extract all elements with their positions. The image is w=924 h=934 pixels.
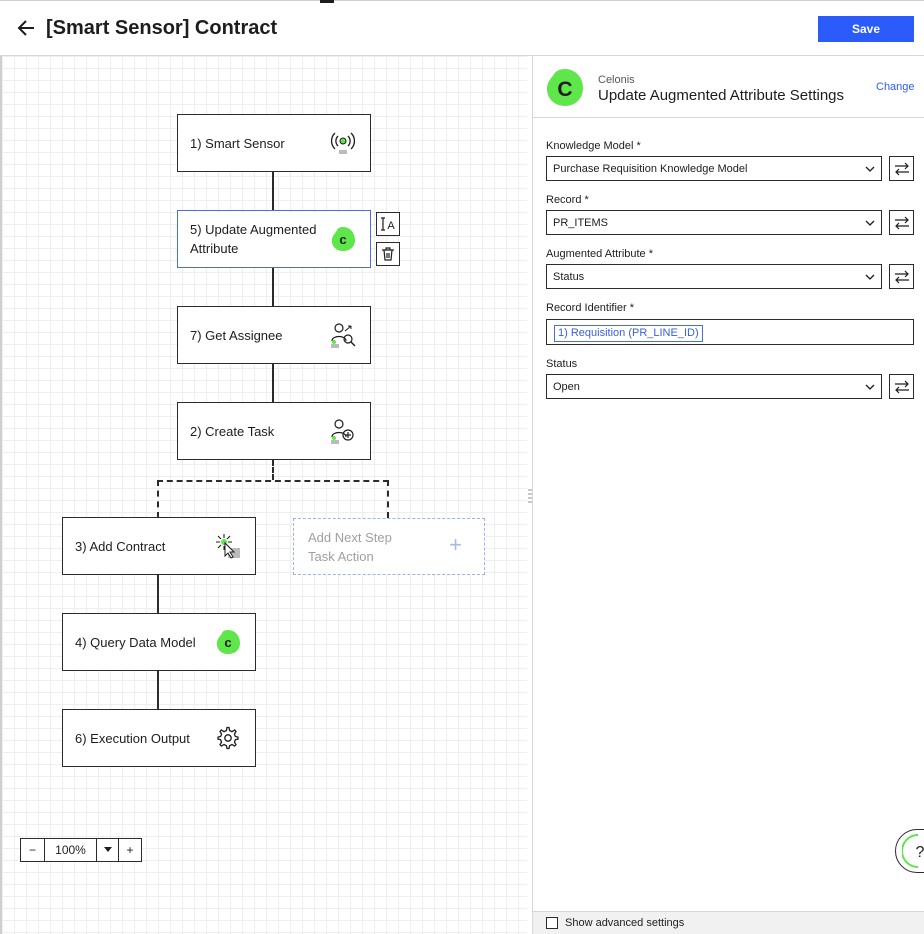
connector <box>157 575 159 613</box>
back-arrow-icon[interactable] <box>14 16 40 40</box>
celonis-logo-icon: c <box>328 224 358 254</box>
node-label: 3) Add Contract <box>75 538 166 554</box>
swap-icon[interactable] <box>889 156 914 181</box>
zoom-out-button[interactable]: − <box>21 839 45 861</box>
drag-handle-icon[interactable] <box>528 488 532 504</box>
plus-icon: + <box>449 532 462 557</box>
settings-panel: C Celonis Update Augmented Attribute Set… <box>533 56 924 934</box>
branch-connector <box>157 480 389 518</box>
connector <box>272 364 274 402</box>
panel-footer: Show advanced settings <box>533 911 924 934</box>
knowledge-model-label: Knowledge Model * <box>546 140 641 152</box>
status-value: Open <box>553 380 580 393</box>
zoom-dropdown-icon[interactable] <box>97 839 119 861</box>
trash-icon[interactable] <box>376 242 400 266</box>
svg-text:A: A <box>387 220 395 232</box>
change-link[interactable]: Change <box>876 81 915 93</box>
add-next-step-line2: Task Action <box>308 549 374 564</box>
status-label: Status <box>546 358 578 370</box>
branch-connector <box>272 460 274 480</box>
node-label: 7) Get Assignee <box>190 327 283 343</box>
node-execution-output[interactable]: 6) Execution Output <box>62 709 256 767</box>
connector <box>272 172 274 210</box>
svg-text:c: c <box>339 232 346 247</box>
click-icon <box>213 531 243 561</box>
record-value: PR_ITEMS <box>553 216 609 229</box>
node-label: 5) Update Augmented Attribute <box>190 222 317 256</box>
record-identifier-field[interactable]: 1) Requisition (PR_LINE_ID) <box>546 319 914 345</box>
augmented-attribute-value: Status <box>553 270 585 283</box>
status-select[interactable]: Open <box>546 374 882 399</box>
app-header: [Smart Sensor] Contract Save <box>0 0 924 56</box>
node-update-augmented-attribute[interactable]: 5) Update Augmented Attribute c <box>177 210 371 268</box>
record-identifier-label: Record Identifier * <box>546 302 635 314</box>
node-smart-sensor[interactable]: 1) Smart Sensor <box>177 114 371 172</box>
rename-icon[interactable]: A <box>376 212 400 236</box>
node-label: 6) Execution Output <box>75 730 190 746</box>
node-get-assignee[interactable]: 7) Get Assignee <box>177 306 371 364</box>
augmented-attribute-label: Augmented Attribute * <box>546 248 654 260</box>
zoom-control: − 100% + <box>20 838 142 862</box>
chevron-down-icon <box>865 220 875 226</box>
gear-icon <box>213 723 243 753</box>
knowledge-model-value: Purchase Requisition Knowledge Model <box>553 162 748 175</box>
chevron-down-icon <box>865 274 875 280</box>
provider-name: Celonis <box>598 74 635 86</box>
swap-icon[interactable] <box>889 264 914 289</box>
connector <box>157 671 159 709</box>
help-button[interactable]: ? <box>895 829 924 873</box>
top-strip <box>0 0 924 3</box>
flow-canvas[interactable]: 1) Smart Sensor 5) Update Augmented Attr… <box>0 56 527 934</box>
svg-text:C: C <box>557 78 572 101</box>
record-identifier-chip[interactable]: 1) Requisition (PR_LINE_ID) <box>554 325 703 342</box>
user-search-icon <box>328 320 358 350</box>
add-next-step-placeholder[interactable]: Add Next Step Task Action + <box>293 518 485 575</box>
node-label: 2) Create Task <box>190 423 275 439</box>
advanced-settings-label: Show advanced settings <box>565 917 685 929</box>
node-add-contract[interactable]: 3) Add Contract <box>62 517 256 575</box>
help-icon: ? <box>916 844 924 861</box>
zoom-in-button[interactable]: + <box>119 839 141 861</box>
record-select[interactable]: PR_ITEMS <box>546 210 882 235</box>
celonis-logo-icon: C <box>545 66 585 108</box>
node-label: 4) Query Data Model <box>75 634 196 650</box>
connector <box>272 268 274 306</box>
add-next-step-line1: Add Next Step <box>308 530 392 545</box>
save-button[interactable]: Save <box>818 16 914 42</box>
swap-icon[interactable] <box>889 210 914 235</box>
node-create-task[interactable]: 2) Create Task <box>177 402 371 460</box>
advanced-settings-checkbox[interactable] <box>546 917 558 929</box>
page-title: [Smart Sensor] Contract <box>46 17 278 39</box>
action-title: Update Augmented Attribute Settings <box>598 87 844 104</box>
node-query-data-model[interactable]: 4) Query Data Model c <box>62 613 256 671</box>
node-label: 1) Smart Sensor <box>190 135 285 151</box>
swap-icon[interactable] <box>889 374 914 399</box>
sensor-icon <box>328 128 358 158</box>
panel-header: C Celonis Update Augmented Attribute Set… <box>533 56 924 118</box>
svg-text:c: c <box>224 635 231 650</box>
knowledge-model-select[interactable]: Purchase Requisition Knowledge Model <box>546 156 882 181</box>
record-label: Record * <box>546 194 589 206</box>
zoom-level: 100% <box>45 839 97 861</box>
top-notch <box>320 0 334 3</box>
chevron-down-icon <box>865 166 875 172</box>
user-add-icon <box>328 416 358 446</box>
chevron-down-icon <box>865 384 875 390</box>
celonis-logo-icon: c <box>213 627 243 657</box>
augmented-attribute-select[interactable]: Status <box>546 264 882 289</box>
